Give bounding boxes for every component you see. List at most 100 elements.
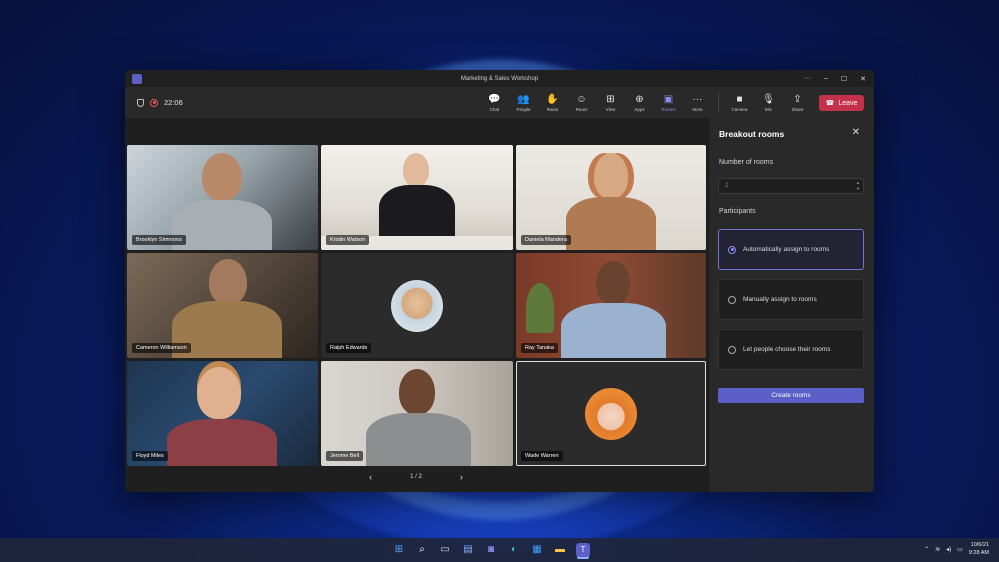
chat-icon: 💬 <box>488 93 501 105</box>
apps-button[interactable]: ⊕ Apps <box>625 94 654 112</box>
video-grid: Brooklyn Simmons Kristin Watson Daniela … <box>127 145 706 466</box>
participant-name: Wade Warren <box>521 451 563 461</box>
raise-hand-button[interactable]: ✋ Raise <box>538 94 567 112</box>
title-bar: Marketing & Sales Workshop ··· – ☐ ✕ <box>125 70 874 87</box>
battery-icon[interactable]: ▭ <box>957 546 963 553</box>
share-button[interactable]: ⇪ Share <box>783 94 812 112</box>
plant <box>526 283 554 333</box>
system-tray: ⌃ ≋ ◂) ▭ 10/6/21 9:28 AM <box>924 541 989 557</box>
panel-title: Breakout rooms <box>719 129 785 139</box>
participant-video <box>566 197 656 250</box>
teams-taskbar-icon[interactable]: T <box>576 543 590 557</box>
recording-icon <box>150 98 158 107</box>
participant-video <box>172 200 272 250</box>
radio-button[interactable] <box>728 295 736 304</box>
taskbar: ⊞ ⌕ ▭ ▤ ◙ ◐ ▦ ▬ T ⌃ ≋ ◂) ▭ 10/6/21 9:28 … <box>0 538 999 562</box>
clock[interactable]: 10/6/21 9:28 AM <box>969 541 989 557</box>
video-tile[interactable]: Daniela Mandera <box>516 145 706 250</box>
meeting-timer: 22:06 <box>164 98 183 107</box>
breakout-rooms-panel: Breakout rooms ✕ Number of rooms 2 ▲ ▼ Pa… <box>708 118 874 492</box>
participant-video <box>366 413 471 466</box>
participant-video <box>594 153 628 199</box>
more-button[interactable]: ··· More <box>683 94 712 112</box>
participant-name: Ray Tanaka <box>521 343 558 353</box>
close-panel-icon[interactable]: ✕ <box>852 127 860 138</box>
participant-video <box>403 153 429 187</box>
video-tile[interactable]: Cameron Williamson <box>127 253 318 358</box>
radio-button[interactable] <box>728 345 736 354</box>
participant-name: Jerome Bell <box>326 451 364 461</box>
people-button[interactable]: 👥 People <box>509 94 538 112</box>
participant-video <box>209 259 247 305</box>
rooms-count-input[interactable]: 2 ▲ ▼ <box>718 178 864 194</box>
more-icon: ··· <box>692 93 703 105</box>
chevron-left-icon[interactable]: ‹ <box>369 472 372 482</box>
react-icon: ☺ <box>576 93 587 105</box>
camera-button[interactable]: ■ Camera <box>725 94 754 112</box>
participant-video <box>399 369 435 415</box>
search-icon[interactable]: ⌕ <box>415 543 429 557</box>
toolbar-divider <box>718 92 719 113</box>
participant-name: Daniela Mandera <box>521 235 571 245</box>
video-tile[interactable]: Brooklyn Simmons <box>127 145 318 250</box>
participant-video <box>167 419 277 466</box>
participant-video <box>197 367 241 419</box>
participants-label: Participants <box>719 208 756 215</box>
widgets-icon[interactable]: ▤ <box>461 543 475 557</box>
avatar <box>391 279 443 332</box>
apps-icon: ⊕ <box>635 93 644 105</box>
shield-icon <box>137 98 144 107</box>
chat-app-icon[interactable]: ◙ <box>484 543 498 557</box>
spinner-icon[interactable]: ▲ ▼ <box>856 180 860 192</box>
date-text: 10/6/21 <box>970 542 989 548</box>
video-stage: Brooklyn Simmons Kristin Watson Daniela … <box>125 118 707 492</box>
create-rooms-button[interactable]: Create rooms <box>718 388 864 403</box>
task-view-icon[interactable]: ▭ <box>438 543 452 557</box>
mic-button[interactable]: 🎙 Mic <box>754 94 783 112</box>
video-tile[interactable]: Jerome Bell <box>321 361 513 466</box>
phone-hangup-icon: ☎ <box>825 100 835 107</box>
video-tile[interactable]: Kristin Watson <box>321 145 513 250</box>
participant-video <box>202 153 242 201</box>
wifi-icon[interactable]: ≋ <box>935 546 940 553</box>
meeting-tools: 💬 Chat 👥 People ✋ Raise ☺ React ⊞ View ⊕ <box>480 87 812 118</box>
share-icon: ⇪ <box>793 93 802 105</box>
video-tile[interactable]: Ray Tanaka <box>516 253 706 358</box>
rooms-button[interactable]: ▣ Rooms <box>654 94 683 112</box>
file-explorer-icon[interactable]: ▬ <box>553 543 567 557</box>
rooms-count-label: Number of rooms <box>719 159 774 166</box>
window-title: Marketing & Sales Workshop <box>460 75 539 82</box>
rooms-count-value: 2 <box>725 183 729 189</box>
participant-video <box>379 185 455 240</box>
participant-name: Kristin Watson <box>326 235 370 245</box>
participant-video <box>596 261 630 305</box>
store-icon[interactable]: ▦ <box>530 543 544 557</box>
leave-button[interactable]: ☎ Leave <box>819 95 864 111</box>
volume-icon[interactable]: ◂) <box>946 546 951 553</box>
radio-button[interactable] <box>728 245 736 254</box>
video-tile[interactable]: Ralph Edwards <box>321 253 513 358</box>
view-icon: ⊞ <box>606 93 615 105</box>
raise-hand-icon: ✋ <box>546 93 559 105</box>
participant-name: Brooklyn Simmons <box>132 235 186 245</box>
windows-start-icon[interactable]: ⊞ <box>392 543 406 557</box>
chevron-up-icon[interactable]: ⌃ <box>924 546 929 553</box>
time-text: 9:28 AM <box>968 550 989 556</box>
react-button[interactable]: ☺ React <box>567 94 596 112</box>
camera-icon: ■ <box>736 93 743 105</box>
chat-button[interactable]: 💬 Chat <box>480 94 509 112</box>
avatar <box>585 387 637 440</box>
participant-name: Floyd Miles <box>132 451 168 461</box>
video-tile[interactable]: Wade Warren <box>516 361 706 466</box>
edge-browser-icon[interactable]: ◐ <box>507 543 521 557</box>
option-auto-assign[interactable]: Automatically assign to rooms <box>718 229 864 270</box>
participant-name: Cameron Williamson <box>132 343 191 353</box>
option-let-people-choose[interactable]: Let people choose their rooms <box>718 329 864 370</box>
gallery-pager: ‹ 1 / 2 › <box>125 472 707 482</box>
taskbar-icons: ⊞ ⌕ ▭ ▤ ◙ ◐ ▦ ▬ T <box>392 543 590 557</box>
video-tile[interactable]: Floyd Miles <box>127 361 318 466</box>
view-button[interactable]: ⊞ View <box>596 94 625 112</box>
page-indicator: 1 / 2 <box>410 474 422 480</box>
option-manual-assign[interactable]: Manually assign to rooms <box>718 279 864 320</box>
chevron-right-icon[interactable]: › <box>460 472 463 482</box>
